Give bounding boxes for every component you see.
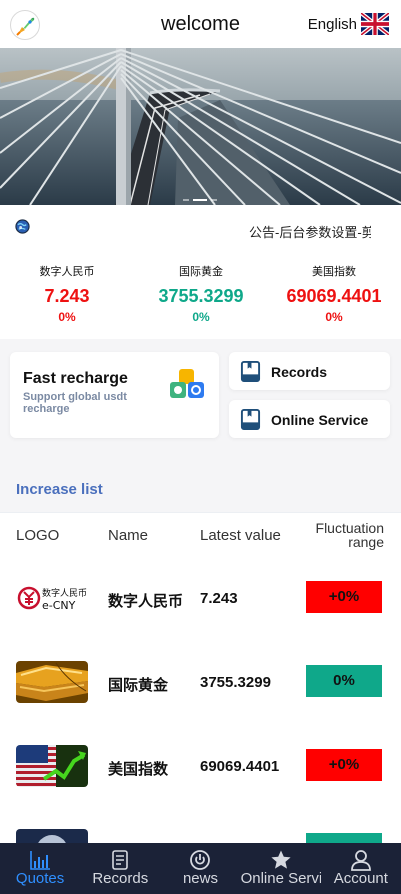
tab-label: Account xyxy=(333,870,388,887)
tab-account[interactable]: Account xyxy=(321,843,401,894)
tab-online-service[interactable]: Online Servi xyxy=(241,843,321,894)
document-icon xyxy=(112,850,129,870)
quick-stats: 数字人民币 7.243 0% 国际黄金 3755.3299 0% 美国指数 69… xyxy=(0,251,401,339)
fast-recharge-title: Fast recharge xyxy=(23,370,128,387)
stat-item[interactable]: 国际黄金 3755.3299 0% xyxy=(134,251,268,324)
list-item[interactable] xyxy=(0,829,401,843)
list-item[interactable]: 国际黄金 3755.3299 0% xyxy=(0,661,401,745)
bottom-tab-bar: Quotes Records news Online Servi Account xyxy=(0,843,401,894)
fast-recharge-subtitle: Support global usdt recharge xyxy=(23,391,127,415)
row-name: 国际黄金 xyxy=(108,677,169,694)
book-icon xyxy=(240,409,261,430)
tab-label: Quotes xyxy=(15,870,65,887)
column-header-name: Name xyxy=(108,527,149,544)
us-flag-chart-image xyxy=(16,745,88,787)
fast-recharge-card[interactable]: Fast recharge Support global usdt rechar… xyxy=(10,352,219,438)
stat-item[interactable]: 美国指数 69069.4401 0% xyxy=(267,251,401,324)
language-label[interactable]: English xyxy=(308,16,357,33)
stat-value: 69069.4401 xyxy=(286,286,382,306)
row-name: 数字人民币 xyxy=(108,593,184,610)
change-badge xyxy=(306,833,382,843)
star-icon xyxy=(271,850,291,869)
tab-quotes[interactable]: Quotes xyxy=(0,843,80,894)
online-service-label: Online Service xyxy=(271,412,369,428)
tab-news[interactable]: news xyxy=(160,843,240,894)
column-header-range: Fluctuation range xyxy=(315,520,384,550)
carousel-indicator[interactable] xyxy=(183,199,217,201)
increase-list: LOGO Name Latest value Fluctuation range… xyxy=(0,512,401,843)
apps-icon xyxy=(170,369,204,398)
change-badge: 0% xyxy=(306,665,382,697)
bridge-banner-image xyxy=(0,48,401,205)
stat-value: 7.243 xyxy=(44,286,90,306)
row-value: 69069.4401 xyxy=(200,758,280,775)
list-item[interactable]: 数字人民币 e-CNY 数字人民币 7.243 +0% xyxy=(0,577,401,661)
e-cny-logo: 数字人民币 e-CNY xyxy=(16,577,88,619)
user-icon xyxy=(350,850,371,871)
globe-icon xyxy=(15,219,30,234)
tab-records[interactable]: Records xyxy=(80,843,160,894)
power-icon xyxy=(190,850,211,870)
row-value: 7.243 xyxy=(200,590,238,607)
row-value: 3755.3299 xyxy=(200,674,271,691)
online-service-card[interactable]: Online Service xyxy=(229,400,390,438)
gold-bars-image xyxy=(16,661,88,703)
stat-name: 国际黄金 xyxy=(179,266,223,278)
stat-value: 3755.3299 xyxy=(158,286,244,306)
stat-item[interactable]: 数字人民币 7.243 0% xyxy=(0,251,134,324)
svg-text:数字人民币: 数字人民币 xyxy=(42,587,87,599)
list-item[interactable]: 美国指数 69069.4401 +0% xyxy=(0,745,401,829)
records-card[interactable]: Records xyxy=(229,352,390,390)
banner-carousel[interactable] xyxy=(0,48,401,205)
section-title: Increase list xyxy=(16,481,103,498)
chart-icon xyxy=(30,851,51,870)
stat-change: 0% xyxy=(58,310,76,324)
notice-bar[interactable]: 公告-后台参数设置-剪 xyxy=(0,205,401,251)
stat-change: 0% xyxy=(325,310,343,324)
notice-text: 公告-后台参数设置-剪 xyxy=(249,225,371,240)
stat-change: 0% xyxy=(192,310,210,324)
svg-text:e-CNY: e-CNY xyxy=(42,599,76,612)
stat-name: 美国指数 xyxy=(312,266,356,278)
change-badge: +0% xyxy=(306,749,382,781)
stat-name: 数字人民币 xyxy=(39,266,95,278)
change-badge: +0% xyxy=(306,581,382,613)
book-icon xyxy=(240,361,261,382)
page: welcome English 公告-后台参数设置-剪 数字人民币 7.243 … xyxy=(0,0,401,894)
moon-image xyxy=(16,829,88,843)
header: welcome English xyxy=(0,0,401,48)
records-label: Records xyxy=(271,364,328,380)
uk-flag-icon[interactable] xyxy=(359,11,391,37)
column-header-logo: LOGO xyxy=(16,527,60,544)
tab-label: Online Servi xyxy=(240,870,321,887)
column-header-latest: Latest value xyxy=(200,527,281,544)
tab-label: Records xyxy=(92,870,149,887)
tab-label: news xyxy=(182,870,218,887)
row-name: 美国指数 xyxy=(108,761,169,778)
